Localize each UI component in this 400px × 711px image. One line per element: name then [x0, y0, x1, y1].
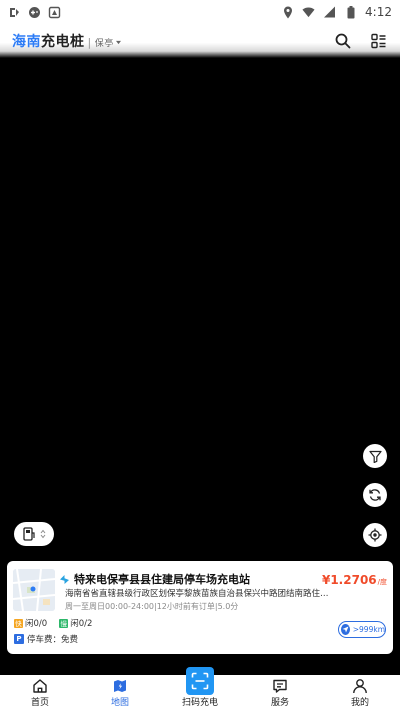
teld-logo-icon	[60, 574, 69, 584]
slow-count: 闲0/2	[70, 619, 93, 629]
filter-button[interactable]	[363, 444, 387, 468]
status-right: 4:12	[281, 5, 392, 19]
game-controller-icon	[28, 6, 41, 19]
charger-icon	[22, 527, 35, 541]
brand-highlight: 海南	[12, 34, 41, 50]
nav-service-label: 服务	[270, 698, 289, 708]
chevron-updown-icon	[40, 529, 45, 539]
navigation-arrow-icon	[341, 624, 350, 635]
app-brand: 海南 充电桩 | 保亭	[12, 31, 121, 51]
fast-charger-availability: 快 闲0/0	[14, 617, 47, 629]
map-view[interactable]	[0, 58, 400, 558]
refresh-icon	[369, 489, 381, 501]
map-thumbnail-image	[13, 569, 55, 611]
location-icon	[281, 6, 294, 19]
parking-info: P 停车费：免费	[14, 633, 78, 645]
brand-divider: |	[87, 36, 92, 49]
map-icon	[112, 678, 128, 694]
list-view-icon	[371, 33, 386, 49]
station-thumbnail	[13, 569, 55, 611]
slow-charger-availability: 慢 闲0/2	[59, 617, 92, 629]
brand-name: 充电桩	[41, 34, 85, 50]
station-hours: 周一至周日00:00-24:00|12小时前有订单|5.0分	[65, 602, 239, 611]
service-icon	[272, 678, 288, 694]
charger-type-toggle[interactable]	[14, 522, 54, 546]
station-card[interactable]: 特来电保亭县县住建局停车场充电站 ¥1.2706 /度 海南省省直辖县级行政区划…	[7, 561, 393, 654]
distance-label: >999km	[352, 625, 385, 634]
nav-home-label: 首页	[30, 698, 49, 708]
nav-map[interactable]: 地图	[80, 675, 160, 711]
locate-icon	[368, 528, 382, 542]
filter-icon	[368, 450, 382, 463]
station-title: 特来电保亭县县住建局停车场充电站	[59, 571, 250, 587]
parking-icon: P	[14, 634, 24, 644]
charging-notification-icon	[8, 6, 21, 19]
location-selector[interactable]: 保亭	[95, 36, 121, 49]
search-button[interactable]	[334, 32, 352, 50]
status-left	[8, 6, 61, 19]
scan-icon	[191, 672, 209, 690]
slow-tag: 慢	[59, 618, 69, 628]
nav-scan-label: 扫码充电	[181, 698, 218, 708]
price-value: ¥1.2706	[321, 573, 377, 587]
profile-icon	[352, 678, 368, 694]
refresh-button[interactable]	[363, 483, 387, 507]
app-header: 海南 充电桩 | 保亭	[0, 24, 400, 58]
nav-service[interactable]: 服务	[240, 675, 320, 711]
fast-count: 闲0/0	[25, 619, 48, 629]
status-bar: 4:12	[0, 0, 400, 24]
wifi-icon	[302, 6, 315, 19]
station-price: ¥1.2706 /度	[322, 573, 387, 587]
status-time: 4:12	[365, 5, 392, 19]
nav-map-label: 地图	[110, 698, 129, 708]
navigate-button[interactable]: >999km	[338, 621, 386, 638]
search-icon	[335, 33, 351, 49]
availability-row: 快 闲0/0 慢 闲0/2	[14, 617, 92, 629]
nav-home[interactable]: 首页	[0, 675, 80, 711]
header-actions	[334, 32, 388, 50]
station-name: 特来电保亭县县住建局停车场充电站	[74, 573, 250, 586]
bottom-nav: 首页 地图 扫码充电 服务 我的	[0, 667, 400, 711]
nav-mine[interactable]: 我的	[320, 675, 400, 711]
list-view-button[interactable]	[370, 32, 388, 50]
parking-fee: 停车费：免费	[27, 635, 79, 645]
nav-mine-label: 我的	[350, 698, 369, 708]
app-notification-icon	[48, 6, 61, 19]
nav-scan[interactable]: 扫码充电	[160, 667, 240, 711]
fast-tag: 快	[14, 618, 23, 628]
location-dropdown-icon	[115, 40, 121, 45]
location-label: 保亭	[94, 39, 114, 49]
home-icon	[32, 678, 48, 694]
battery-icon	[344, 5, 357, 19]
price-unit: /度	[377, 578, 387, 586]
station-address: 海南省省直辖县级行政区划保亭黎族苗族自治县保兴中路团结南路住房和城乡建设局	[65, 589, 337, 599]
scan-qr-button[interactable]	[186, 667, 214, 695]
signal-icon	[323, 6, 336, 19]
locate-button[interactable]	[363, 523, 387, 547]
